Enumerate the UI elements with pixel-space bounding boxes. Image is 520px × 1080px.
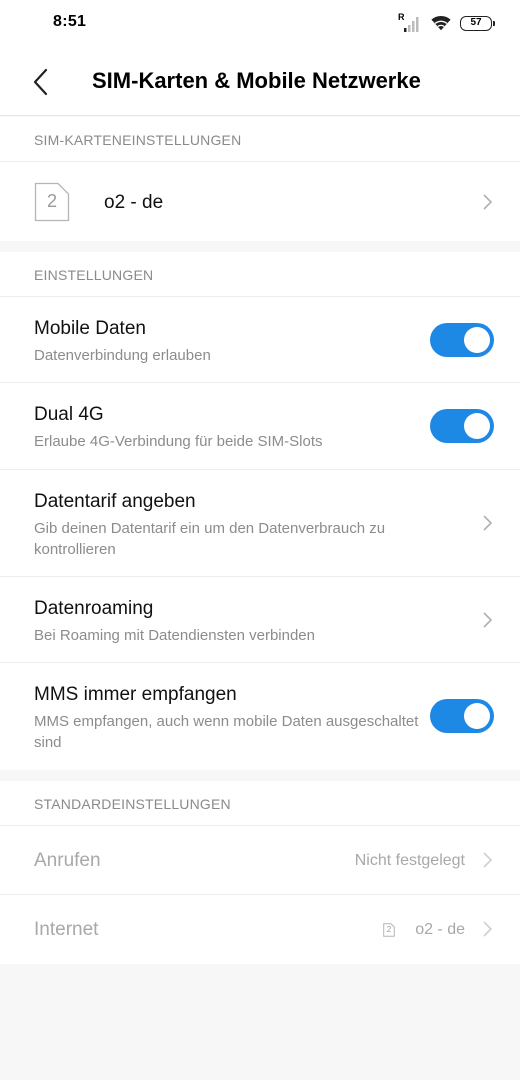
status-bar: 8:51 R 57 <box>0 0 520 46</box>
row-value: o2 - de <box>415 921 465 938</box>
row-subtitle: MMS empfangen, auch wenn mobile Daten au… <box>34 713 419 751</box>
toggle-knob <box>464 413 490 439</box>
sim-card-icon: 2 <box>34 182 70 222</box>
chevron-right-icon <box>483 515 493 531</box>
mms-always-toggle[interactable] <box>430 699 494 733</box>
default-settings-section: STANDARDEINSTELLUNGEN Anrufen Nicht fest… <box>0 781 520 964</box>
sim-card-row[interactable]: 2 o2 - de <box>0 162 520 241</box>
section-header-sim: SIM-KARTENEINSTELLUNGEN <box>0 117 520 162</box>
row-subtitle: Gib deinen Datentarif ein um den Datenve… <box>34 520 386 558</box>
mms-always-row[interactable]: MMS immer empfangen MMS empfangen, auch … <box>0 663 520 770</box>
row-title: Internet <box>34 919 99 940</box>
row-title: MMS immer empfangen <box>34 684 237 705</box>
sim-card-icon: 2 <box>383 923 395 937</box>
toggle-knob <box>464 703 490 729</box>
dual-4g-toggle[interactable] <box>430 409 494 443</box>
sim-slot-number: 2 <box>46 191 57 211</box>
battery-icon: 57 <box>460 15 495 31</box>
section-header-settings: EINSTELLUNGEN <box>0 252 520 297</box>
back-chevron-icon[interactable] <box>26 66 58 98</box>
wifi-icon <box>431 16 451 31</box>
screen: 8:51 R 57 SIM-Karten & Mobile Netzwerke … <box>0 0 520 1080</box>
mobile-data-row[interactable]: Mobile Daten Datenverbindung erlauben <box>0 297 520 383</box>
data-roaming-row[interactable]: Datenroaming Bei Roaming mit Datendienst… <box>0 577 520 663</box>
cellular-signal-icon: R <box>398 12 420 32</box>
row-subtitle: Erlaube 4G-Verbindung für beide SIM-Slot… <box>34 433 323 450</box>
row-title: Anrufen <box>34 850 101 871</box>
row-title: Datentarif angeben <box>34 491 196 512</box>
chevron-right-icon <box>483 194 493 210</box>
sim-slot-number: 2 <box>386 925 392 934</box>
chevron-right-icon <box>483 921 493 937</box>
settings-section: EINSTELLUNGEN Mobile Daten Datenverbindu… <box>0 252 520 770</box>
toggle-knob <box>464 327 490 353</box>
dual-4g-row[interactable]: Dual 4G Erlaube 4G-Verbindung für beide … <box>0 383 520 470</box>
chevron-right-icon <box>483 612 493 628</box>
status-time: 8:51 <box>53 13 87 30</box>
page-header: SIM-Karten & Mobile Netzwerke <box>0 46 520 116</box>
sim-card-section: SIM-KARTENEINSTELLUNGEN 2 o2 - de <box>0 117 520 241</box>
row-title: Datenroaming <box>34 598 154 619</box>
row-value: Nicht festgelegt <box>354 852 465 869</box>
row-title: Mobile Daten <box>34 318 146 339</box>
row-subtitle: Bei Roaming mit Datendiensten verbinden <box>34 627 315 644</box>
page-title: SIM-Karten & Mobile Netzwerke <box>92 68 421 93</box>
chevron-right-icon <box>483 852 493 868</box>
mobile-data-toggle[interactable] <box>430 323 494 357</box>
row-title: Dual 4G <box>34 404 104 425</box>
row-subtitle: Datenverbindung erlauben <box>34 347 211 364</box>
data-plan-row[interactable]: Datentarif angeben Gib deinen Datentarif… <box>0 470 520 577</box>
internet-default-row[interactable]: Internet 2 o2 - de <box>0 895 520 964</box>
status-icons: R 57 <box>398 12 495 33</box>
calls-default-row[interactable]: Anrufen Nicht festgelegt <box>0 826 520 895</box>
sim-card-name: o2 - de <box>104 192 164 213</box>
section-header-defaults: STANDARDEINSTELLUNGEN <box>0 781 520 826</box>
